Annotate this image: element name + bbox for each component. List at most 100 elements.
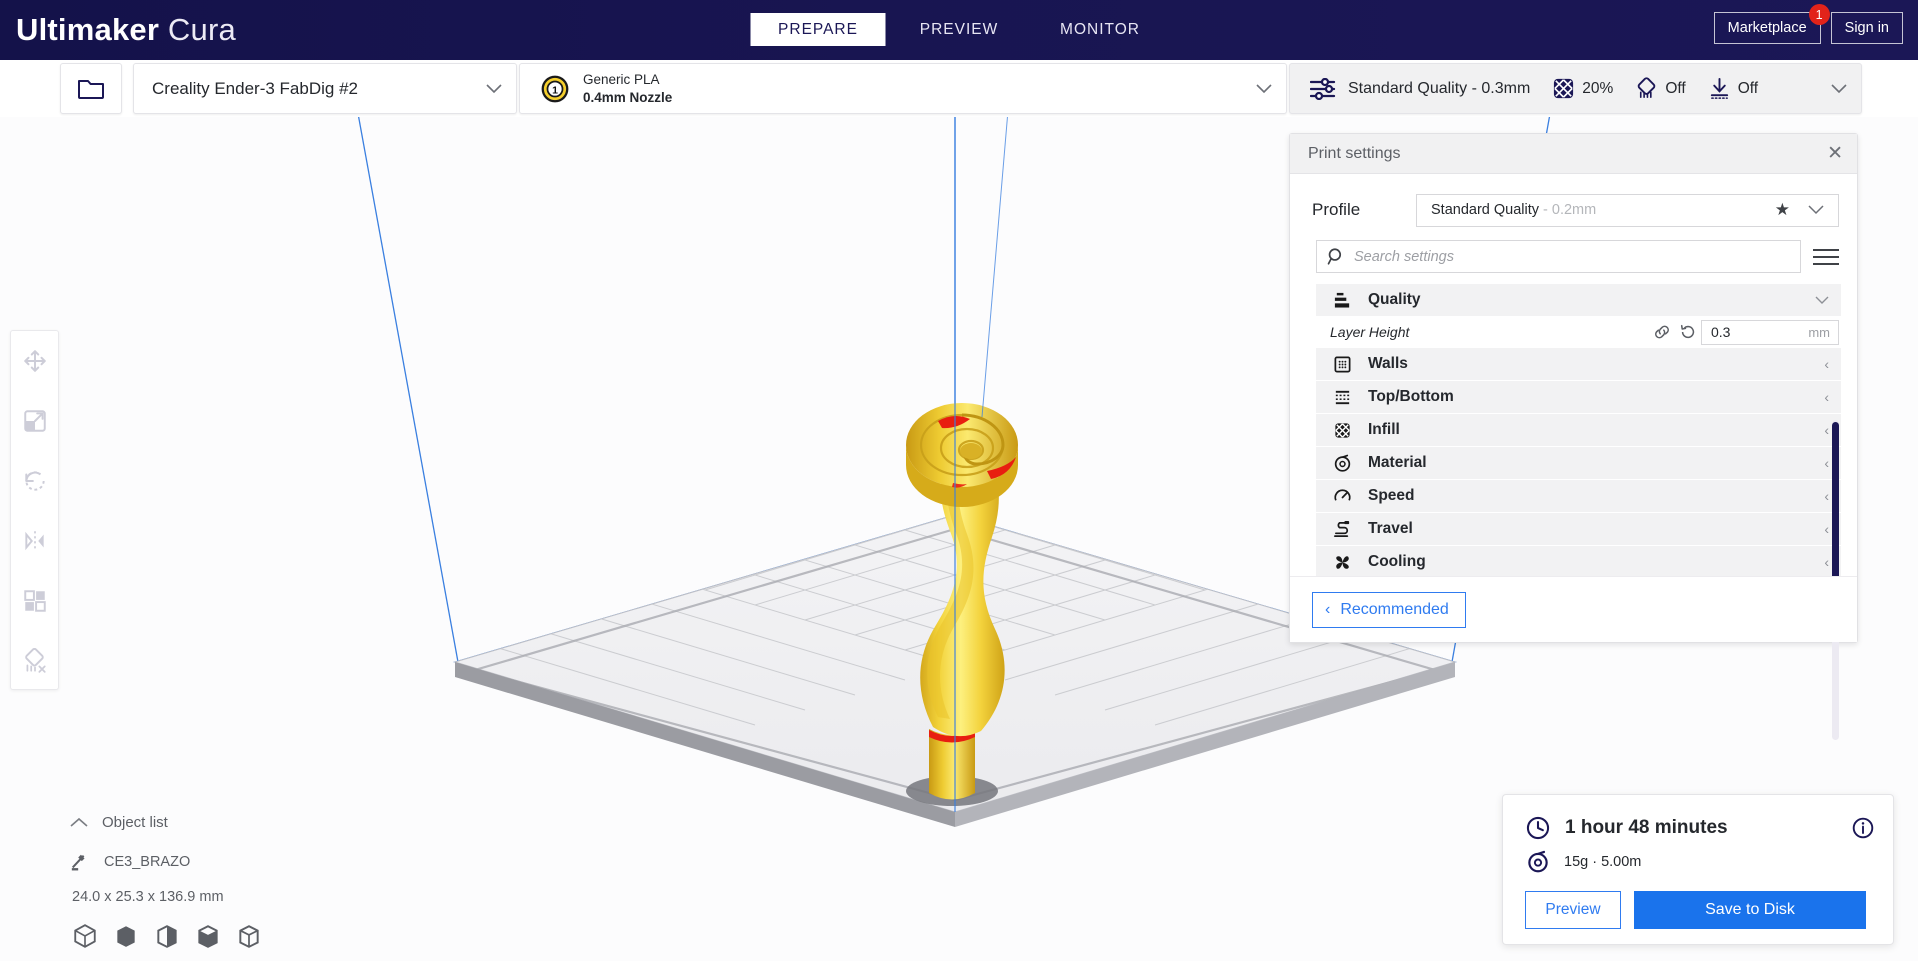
collapse-arrow: ‹ <box>1824 488 1829 504</box>
move-tool-button[interactable] <box>15 341 55 381</box>
category-travel-label: Travel <box>1368 520 1413 537</box>
preview-button[interactable]: Preview <box>1525 891 1621 929</box>
panel-footer: ‹ Recommended <box>1290 576 1857 642</box>
revert-icon[interactable] <box>1675 323 1701 341</box>
object-list-item[interactable]: CE3_BRAZO <box>70 852 400 872</box>
infill-chip[interactable]: 20% <box>1552 77 1613 100</box>
link-icon[interactable] <box>1649 323 1675 341</box>
profile-row: Profile Standard Quality - 0.2mm ★ <box>1290 182 1857 238</box>
marketplace-button[interactable]: Marketplace 1 <box>1713 4 1830 44</box>
category-infill-label: Infill <box>1368 421 1400 438</box>
print-time-row: 1 hour 48 minutes <box>1503 795 1893 841</box>
cura-window: Ultimaker Cura PREPARE PREVIEW MONITOR M… <box>0 0 1918 961</box>
object-list-title: Object list <box>102 814 168 831</box>
support-blocker-icon <box>24 648 46 673</box>
adhesion-icon <box>1710 77 1728 99</box>
search-input[interactable] <box>1354 248 1800 265</box>
infill-icon <box>1330 421 1354 440</box>
category-speed[interactable]: Speed ‹ <box>1316 480 1841 512</box>
category-quality[interactable]: Quality <box>1316 284 1841 316</box>
profile-value: Standard Quality <box>1431 202 1540 218</box>
collapse-arrow: ‹ <box>1824 554 1829 570</box>
solid-view-icon[interactable] <box>72 923 98 949</box>
recommended-label: Recommended <box>1340 600 1449 618</box>
scale-tool-button[interactable] <box>15 401 55 441</box>
collapse-arrow: ‹ <box>1824 389 1829 405</box>
per-model-settings-button[interactable] <box>15 581 55 621</box>
marketplace-badge: 1 <box>1808 4 1830 25</box>
support-blocker-button[interactable] <box>15 641 55 681</box>
model-tools-toolbar <box>10 330 59 690</box>
machine-selector[interactable]: Creality Ender-3 FabDig #2 <box>133 63 517 114</box>
wireframe-view-icon[interactable] <box>236 923 262 949</box>
scale-icon <box>23 410 46 432</box>
category-walls-label: Walls <box>1368 355 1408 372</box>
quality-icon <box>1330 291 1354 310</box>
extruder-number: 1 <box>552 84 558 96</box>
chevron-down-icon <box>1815 296 1829 304</box>
object-list-header[interactable]: Object list <box>70 814 400 831</box>
recommended-mode-button[interactable]: ‹ Recommended <box>1312 591 1466 628</box>
print-settings-selector[interactable]: Standard Quality - 0.3mm 20% Off Off <box>1289 63 1862 114</box>
adhesion-chip[interactable]: Off <box>1708 77 1758 100</box>
settings-visibility-menu-button[interactable] <box>1813 244 1839 270</box>
quality-summary: Standard Quality - 0.3mm <box>1348 79 1531 97</box>
setting-layer-height: Layer Height 0.3 mm <box>1316 317 1841 347</box>
shell-view-icon[interactable] <box>195 923 221 949</box>
layer-height-unit: mm <box>1808 324 1830 340</box>
collapse-arrow: ‹ <box>1824 455 1829 471</box>
topbottom-icon <box>1330 388 1354 407</box>
rotate-tool-button[interactable] <box>15 461 55 501</box>
adhesion-value: Off <box>1737 79 1759 97</box>
material-usage: 15g · 5.00m <box>1564 854 1642 870</box>
category-walls[interactable]: Walls ‹ <box>1316 348 1841 380</box>
tab-preview[interactable]: PREVIEW <box>892 13 1027 46</box>
category-material-label: Material <box>1368 454 1427 471</box>
material-text: Generic PLA 0.4mm Nozzle <box>583 71 672 106</box>
sliders-icon <box>1310 77 1336 100</box>
infill-value: 20% <box>1582 79 1614 97</box>
chevron-down-icon <box>1831 83 1847 93</box>
cooling-icon <box>1330 553 1354 572</box>
collapse-arrow: ‹ <box>1824 422 1829 438</box>
category-infill[interactable]: Infill ‹ <box>1316 414 1841 446</box>
stage-tabs: PREPARE PREVIEW MONITOR <box>750 13 1168 46</box>
tab-monitor[interactable]: MONITOR <box>1033 13 1168 46</box>
search-settings-box[interactable] <box>1316 240 1801 273</box>
support-icon <box>1638 77 1656 98</box>
layer-view-icon[interactable] <box>154 923 180 949</box>
open-file-button[interactable] <box>60 63 122 114</box>
settings-categories-list: Quality Layer Height 0.3 mm Walls ‹ Top/… <box>1316 284 1841 576</box>
close-icon[interactable]: ✕ <box>1827 144 1843 163</box>
brand-light: Cura <box>167 12 236 47</box>
machine-name: Creality Ender-3 FabDig #2 <box>152 78 358 98</box>
layer-height-input[interactable]: 0.3 mm <box>1701 319 1839 345</box>
panel-title: Print settings <box>1308 144 1401 162</box>
job-actions: Preview Save to Disk <box>1503 874 1893 929</box>
profile-selector[interactable]: Standard Quality - 0.2mm ★ <box>1416 193 1839 227</box>
chevron-down-icon <box>486 83 502 93</box>
category-cooling[interactable]: Cooling ‹ <box>1316 546 1841 576</box>
per-model-settings-icon <box>23 590 46 612</box>
material-selector[interactable]: 1 Generic PLA 0.4mm Nozzle <box>519 63 1287 114</box>
category-material[interactable]: Material ‹ <box>1316 447 1841 479</box>
panel-header: Print settings ✕ <box>1290 134 1857 174</box>
category-travel[interactable]: Travel ‹ <box>1316 513 1841 545</box>
category-top-bottom[interactable]: Top/Bottom ‹ <box>1316 381 1841 413</box>
chevron-up-icon <box>70 817 88 827</box>
collapse-arrow: ‹ <box>1824 356 1829 372</box>
nozzle-size: 0.4mm Nozzle <box>583 89 673 105</box>
print-time: 1 hour 48 minutes <box>1565 817 1728 838</box>
mirror-tool-button[interactable] <box>15 521 55 561</box>
category-cooling-label: Cooling <box>1368 553 1426 570</box>
info-icon[interactable] <box>1851 816 1875 840</box>
walls-icon <box>1330 355 1354 374</box>
support-chip[interactable]: Off <box>1635 77 1686 100</box>
tab-prepare[interactable]: PREPARE <box>750 13 886 46</box>
xray-view-icon[interactable] <box>113 923 139 949</box>
sign-in-button[interactable]: Sign in <box>1830 12 1903 44</box>
save-to-disk-button[interactable]: Save to Disk <box>1634 891 1866 929</box>
chevron-down-icon <box>1256 83 1272 93</box>
profile-label: Profile <box>1312 200 1361 219</box>
favorite-star-icon[interactable]: ★ <box>1775 200 1790 220</box>
